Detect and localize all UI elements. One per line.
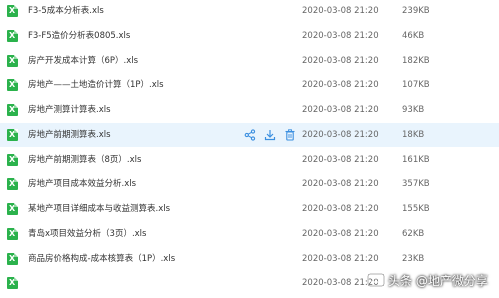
file-row[interactable]: X F3-F5造价分析表0805.xls 2020-03-08 21:20 46KB: [0, 24, 499, 48]
file-modified-date: 2020-03-08 21:20: [302, 80, 379, 91]
file-name[interactable]: 青岛x项目效益分析（3页）.xls: [28, 222, 146, 246]
excel-file-icon-letter: X: [9, 154, 16, 164]
excel-file-icon-letter: X: [9, 30, 16, 40]
file-name[interactable]: F3-F5造价分析表0805.xls: [28, 24, 130, 48]
toutiao-logo-icon: [367, 273, 385, 287]
file-modified-date: 2020-03-08 21:20: [302, 105, 379, 115]
file-size: 357KB: [402, 179, 430, 190]
file-modified-date: 2020-03-08 21:20: [302, 129, 379, 140]
file-modified-date: 2020-03-08 21:20: [302, 204, 379, 214]
file-size: 62KB: [402, 228, 425, 239]
file-name[interactable]: 房产开发成本计算（6P）.xls: [28, 49, 138, 73]
file-name[interactable]: 某地产项目详细成本与收益测算表.xls: [28, 197, 170, 221]
excel-file-icon-letter: X: [9, 204, 16, 213]
excel-file-icon-letter: X: [9, 105, 16, 114]
file-modified-date: 2020-03-08 21:20: [302, 179, 379, 190]
excel-file-icon: X: [7, 153, 18, 166]
excel-file-icon-letter: X: [9, 6, 16, 15]
excel-file-icon-letter: X: [9, 278, 16, 288]
file-size: 46KB: [402, 30, 425, 41]
file-size: 93KB: [402, 105, 425, 115]
excel-file-icon: X: [7, 5, 18, 17]
excel-file-icon-letter: X: [9, 179, 16, 189]
file-size: 182KB: [402, 55, 430, 66]
file-name[interactable]: 房地产——土地造价计算（1P）.xls: [28, 73, 164, 97]
file-size: 161KB: [402, 154, 430, 165]
share-icon[interactable]: [244, 129, 256, 141]
file-modified-date: 2020-03-08 21:20: [302, 6, 379, 16]
file-name[interactable]: F3-5成本分析表.xls: [28, 0, 104, 23]
file-name[interactable]: 房地产项目成本效益分析.xls: [28, 172, 136, 196]
watermark-text: 头条 @地产微分享: [388, 273, 488, 288]
file-size: 155KB: [402, 204, 430, 214]
file-name[interactable]: 房地产前期测算表.xls: [28, 123, 111, 147]
file-name[interactable]: 房地产测算计算表.xls: [28, 98, 111, 122]
excel-file-icon-letter: X: [9, 55, 16, 65]
file-row[interactable]: X 房地产测算计算表.xls 2020-03-08 21:20 93KB: [0, 98, 499, 122]
excel-file-icon-letter: X: [9, 129, 16, 139]
file-modified-date: 2020-03-08 21:20: [302, 30, 379, 41]
file-size: 18KB: [402, 129, 425, 140]
file-row[interactable]: X 某地产项目详细成本与收益测算表.xls 2020-03-08 21:20 155K…: [0, 197, 499, 221]
excel-file-icon-letter: X: [9, 80, 16, 90]
file-row[interactable]: X 商品房价格构成-成本核算表（1P）.xls 2020-03-08 21:20 23…: [0, 247, 499, 271]
excel-file-icon: X: [7, 203, 18, 215]
excel-file-icon-letter: X: [9, 228, 16, 238]
file-size: 107KB: [402, 80, 430, 91]
file-modified-date: 2020-03-08 21:20: [302, 228, 379, 239]
file-row[interactable]: X 房地产——土地造价计算（1P）.xls 2020-03-08 21:20 107K…: [0, 73, 499, 97]
download-icon[interactable]: [264, 129, 276, 141]
file-modified-date: 2020-03-08 21:20: [302, 253, 379, 264]
file-size: 23KB: [402, 253, 425, 264]
excel-file-icon: X: [7, 178, 18, 191]
file-name[interactable]: 商品房价格构成-成本核算表（1P）.xls: [28, 247, 175, 271]
file-row[interactable]: X 青岛x项目效益分析（3页）.xls 2020-03-08 21:20 62KB: [0, 222, 499, 246]
excel-file-icon: X: [7, 79, 18, 92]
file-list: X F3-5成本分析表.xls 2020-03-08 21:20 239KB X F3-F…: [0, 0, 499, 298]
file-modified-date: 2020-03-08 21:20: [302, 55, 379, 66]
file-modified-date: 2020-03-08 21:20: [302, 154, 379, 165]
excel-file-icon: X: [7, 104, 18, 116]
excel-file-icon: X: [7, 29, 18, 42]
excel-file-icon: X: [7, 54, 18, 67]
excel-file-icon: X: [7, 227, 18, 240]
file-row[interactable]: X 房产开发成本计算（6P）.xls 2020-03-08 21:20 182KB: [0, 49, 499, 73]
file-row[interactable]: X 房地产前期测算表.xls 2020-03-08 21:20 18KB: [0, 122, 499, 147]
file-row[interactable]: X 房地产前期测算表（8页）.xls 2020-03-08 21:20 161KB: [0, 148, 499, 172]
file-name[interactable]: 房地产前期测算表（8页）.xls: [28, 148, 141, 172]
file-size: 239KB: [402, 6, 430, 16]
excel-file-icon: X: [7, 277, 18, 290]
watermark: 头条 @地产微分享: [367, 268, 488, 292]
excel-file-icon-letter: X: [9, 253, 16, 263]
delete-icon[interactable]: [284, 129, 296, 141]
excel-file-icon: X: [7, 128, 18, 141]
file-row[interactable]: X 房地产项目成本效益分析.xls 2020-03-08 21:20 357KB: [0, 172, 499, 196]
file-row[interactable]: X F3-5成本分析表.xls 2020-03-08 21:20 239KB: [0, 0, 499, 23]
excel-file-icon: X: [7, 252, 18, 265]
